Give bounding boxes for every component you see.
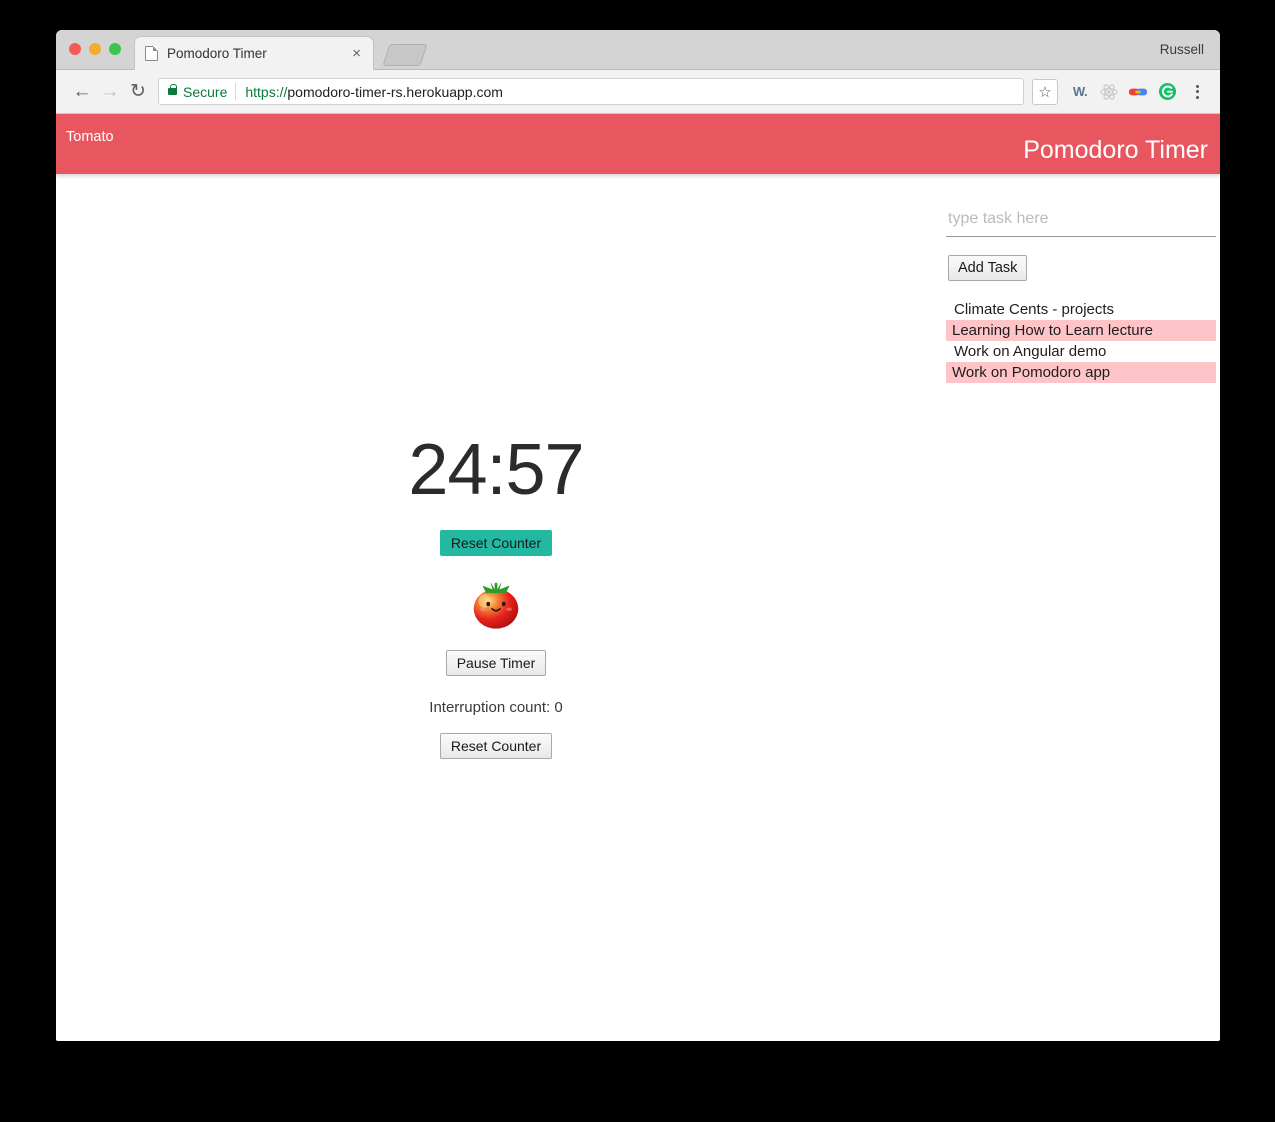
minimize-window-button[interactable] xyxy=(89,43,101,55)
app-header: Tomato Pomodoro Timer xyxy=(56,114,1220,174)
url-host: pomodoro-timer-rs.herokuapp.com xyxy=(287,83,503,100)
maximize-window-button[interactable] xyxy=(109,43,121,55)
react-devtools-icon[interactable] xyxy=(1096,79,1122,105)
back-button[interactable]: ← xyxy=(68,78,96,106)
profile-name[interactable]: Russell xyxy=(1160,42,1204,57)
url-scheme: https:// xyxy=(245,83,288,100)
task-list-item[interactable]: Work on Angular demo xyxy=(946,341,1216,362)
timer-display: 24:57 xyxy=(408,430,584,510)
close-window-button[interactable] xyxy=(69,43,81,55)
grammarly-icon[interactable] xyxy=(1154,79,1180,105)
task-input[interactable] xyxy=(946,204,1216,237)
page-icon xyxy=(145,46,158,61)
page-title: Pomodoro Timer xyxy=(1023,135,1208,164)
timer-section: 24:57 Reset Counter Pause Timer Interrup… xyxy=(56,174,936,759)
google-link-icon[interactable] xyxy=(1125,79,1151,105)
reload-button[interactable]: ↻ xyxy=(124,78,152,106)
task-list: Climate Cents - projects Learning How to … xyxy=(946,299,1216,383)
forward-button[interactable]: → xyxy=(96,78,124,106)
task-list-item[interactable]: Climate Cents - projects xyxy=(946,299,1216,320)
browser-window: Pomodoro Timer × Russell ← → ↻ Secure ht… xyxy=(56,30,1220,1041)
reset-counter-button-bottom[interactable]: Reset Counter xyxy=(439,733,553,759)
task-list-item[interactable]: Work on Pomodoro app xyxy=(946,362,1216,383)
brand-label: Tomato xyxy=(66,129,114,145)
pause-timer-button[interactable]: Pause Timer xyxy=(445,650,547,676)
lock-icon xyxy=(168,84,177,95)
add-task-button[interactable]: Add Task xyxy=(948,255,1028,281)
task-panel: Add Task Climate Cents - projectsLearnin… xyxy=(946,174,1216,383)
close-tab-icon[interactable]: × xyxy=(350,46,363,61)
browser-tab-pomodoro-timer[interactable]: Pomodoro Timer × xyxy=(134,36,374,70)
omnibox-toolbar: ← → ↻ Secure https://pomodoro-timer-rs.h… xyxy=(56,70,1220,114)
tab-title: Pomodoro Timer xyxy=(167,46,267,61)
window-controls xyxy=(69,43,121,55)
security-status-label: Secure xyxy=(183,83,228,100)
tomato-mascot xyxy=(56,572,936,634)
new-tab-button[interactable] xyxy=(382,44,428,66)
bookmark-star-icon[interactable]: ☆ xyxy=(1032,78,1058,105)
url-bar[interactable]: Secure https://pomodoro-timer-rs.herokua… xyxy=(158,78,1024,105)
wikiwand-extension-icon[interactable]: W. xyxy=(1067,79,1093,105)
task-list-item[interactable]: Learning How to Learn lecture xyxy=(946,320,1216,341)
url-divider xyxy=(235,83,237,100)
interruption-count-label: Interruption count: 0 xyxy=(429,699,563,716)
chrome-menu-icon[interactable] xyxy=(1186,79,1208,105)
reset-counter-button-top[interactable]: Reset Counter xyxy=(439,530,553,556)
tab-strip: Pomodoro Timer × Russell xyxy=(56,30,1220,70)
page-content: Tomato Pomodoro Timer 24:57 Reset Counte… xyxy=(56,114,1220,1039)
